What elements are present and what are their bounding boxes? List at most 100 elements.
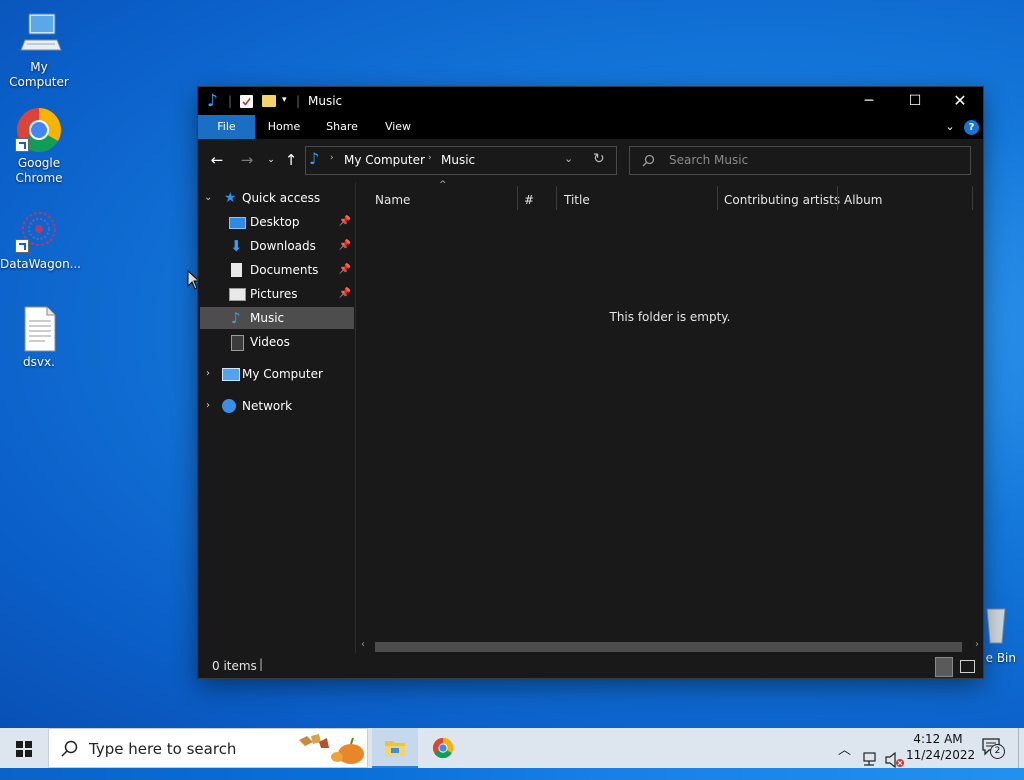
search-placeholder: Search Music xyxy=(669,153,749,167)
nav-item-downloads[interactable]: ⬇ Downloads 📌 xyxy=(200,235,354,257)
status-bar: 0 items | xyxy=(198,655,983,678)
status-separator: | xyxy=(259,657,264,671)
column-header-number[interactable]: # xyxy=(524,188,534,212)
nav-label: My Computer xyxy=(242,367,323,381)
volume-muted-icon[interactable] xyxy=(885,740,905,780)
network-status-icon[interactable] xyxy=(862,740,880,780)
column-header-contributing-artists[interactable]: Contributing artists xyxy=(724,188,840,212)
nav-label: Network xyxy=(242,399,293,413)
nav-item-pictures[interactable]: Pictures 📌 xyxy=(200,283,354,305)
column-divider[interactable] xyxy=(717,186,718,210)
close-button[interactable]: ✕ xyxy=(937,87,983,115)
pin-icon: 📌 xyxy=(338,240,351,251)
new-folder-icon[interactable] xyxy=(262,95,276,107)
music-note-icon: ♪ xyxy=(207,91,218,111)
nav-label: Quick access xyxy=(242,191,321,205)
nav-item-documents[interactable]: Documents 📌 xyxy=(200,259,354,281)
shortcut-arrow-icon xyxy=(15,239,29,253)
up-arrow-icon[interactable]: ↑ xyxy=(282,151,300,169)
text-file-icon xyxy=(15,305,63,353)
nav-label: Pictures xyxy=(250,287,298,301)
nav-label: Videos xyxy=(250,335,290,349)
help-button[interactable]: ? xyxy=(964,120,979,135)
nav-item-music[interactable]: ♪ Music xyxy=(200,307,354,329)
separator: | xyxy=(296,94,301,108)
desktop-icon-dsvx[interactable]: dsvx. xyxy=(0,305,78,370)
nav-item-videos[interactable]: Videos xyxy=(200,331,354,353)
chrome-icon xyxy=(15,106,63,154)
column-header-album[interactable]: Album xyxy=(844,188,882,212)
autumn-pumpkin-icon xyxy=(299,734,364,764)
taskbar-search-box[interactable]: Type here to search xyxy=(48,728,368,768)
nav-label: Downloads xyxy=(250,239,316,253)
computer-icon xyxy=(15,10,63,58)
tab-home[interactable]: Home xyxy=(256,115,312,139)
column-divider[interactable] xyxy=(556,186,557,210)
taskbar-file-explorer[interactable] xyxy=(372,728,418,768)
desktop-icon-my-computer[interactable]: My Computer xyxy=(0,10,78,90)
search-icon xyxy=(61,740,78,757)
column-divider[interactable] xyxy=(837,186,838,210)
ribbon-tabs: File Home Share View ⌄ ? xyxy=(198,115,983,139)
refresh-icon[interactable]: ↻ xyxy=(593,151,605,167)
action-center-button[interactable]: 2 xyxy=(982,738,1005,759)
column-divider[interactable] xyxy=(972,186,973,210)
large-icons-view-icon[interactable] xyxy=(960,660,975,673)
breadcrumb-music[interactable]: Music xyxy=(441,153,475,167)
scroll-right-icon[interactable]: › xyxy=(975,639,979,650)
address-bar[interactable]: ♪ › My Computer › Music ⌄ ↻ xyxy=(305,146,617,175)
taskbar-google-chrome[interactable] xyxy=(420,728,466,768)
forward-arrow-icon[interactable]: → xyxy=(238,151,256,169)
nav-my-computer[interactable]: › My Computer xyxy=(200,363,354,385)
quick-access-toolbar-dropdown-icon[interactable]: ▾ xyxy=(282,95,287,105)
minimize-button[interactable]: ─ xyxy=(846,87,892,115)
network-icon xyxy=(222,399,236,413)
desktop-icon-label: DataWagon... xyxy=(0,257,82,271)
tab-file[interactable]: File xyxy=(198,115,255,139)
star-icon: ★ xyxy=(224,190,237,206)
tab-share[interactable]: Share xyxy=(314,115,370,139)
breadcrumb-my-computer[interactable]: My Computer xyxy=(344,153,425,167)
windows-logo-icon xyxy=(16,741,32,757)
address-dropdown-chevron-icon[interactable]: ⌄ xyxy=(564,152,573,165)
desktop-icon-google-chrome[interactable]: Google Chrome xyxy=(0,106,78,186)
recent-locations-chevron-icon[interactable]: ⌄ xyxy=(262,151,280,169)
horizontal-scrollbar[interactable]: ‹ › xyxy=(357,638,983,655)
expand-chevron-icon[interactable]: › xyxy=(206,395,210,417)
column-header-title[interactable]: Title xyxy=(564,188,590,212)
maximize-button[interactable]: ☐ xyxy=(892,87,938,115)
expand-chevron-icon[interactable]: ⌄ xyxy=(204,187,212,209)
clock-date: 11/24/2022 xyxy=(906,748,976,762)
title-bar: ♪ | ▾ | Music ─ ☐ ✕ xyxy=(198,87,983,115)
show-desktop-button[interactable] xyxy=(1018,728,1024,768)
file-explorer-icon xyxy=(385,741,405,756)
details-view-icon[interactable] xyxy=(935,657,953,677)
breadcrumb-chevron-icon[interactable]: › xyxy=(428,153,432,163)
desktop-folder-icon xyxy=(229,217,246,229)
document-icon xyxy=(231,263,242,277)
back-arrow-icon[interactable]: ← xyxy=(208,151,226,169)
pin-icon: 📌 xyxy=(338,288,351,299)
expand-ribbon-chevron-icon[interactable]: ⌄ xyxy=(940,115,960,139)
nav-item-desktop[interactable]: Desktop 📌 xyxy=(200,211,354,233)
separator: | xyxy=(228,94,233,108)
window-title: Music xyxy=(308,94,343,108)
expand-chevron-icon[interactable]: › xyxy=(206,363,210,385)
search-box[interactable]: Search Music xyxy=(629,146,971,175)
desktop-icon-datawagon[interactable]: DataWagon... xyxy=(0,207,82,272)
system-clock[interactable]: 4:12 AM 11/24/2022 xyxy=(906,731,976,771)
breadcrumb-chevron-icon[interactable]: › xyxy=(330,153,334,163)
navigation-pane: ⌄ ★ Quick access Desktop 📌 ⬇ Downloads 📌… xyxy=(198,182,356,653)
computer-icon xyxy=(222,368,240,381)
nav-quick-access[interactable]: ⌄ ★ Quick access xyxy=(200,187,354,209)
scrollbar-thumb[interactable] xyxy=(375,642,962,652)
properties-icon[interactable] xyxy=(240,95,253,108)
scroll-left-icon[interactable]: ‹ xyxy=(361,639,365,650)
nav-network[interactable]: › Network xyxy=(200,395,354,417)
column-divider[interactable] xyxy=(517,186,518,210)
show-hidden-icons-chevron-icon[interactable]: ︿ xyxy=(838,739,851,779)
desktop-icon-label: Google Chrome xyxy=(15,156,63,185)
column-header-name[interactable]: Name xyxy=(375,188,410,212)
start-button[interactable] xyxy=(0,728,48,768)
tab-view[interactable]: View xyxy=(370,115,426,139)
